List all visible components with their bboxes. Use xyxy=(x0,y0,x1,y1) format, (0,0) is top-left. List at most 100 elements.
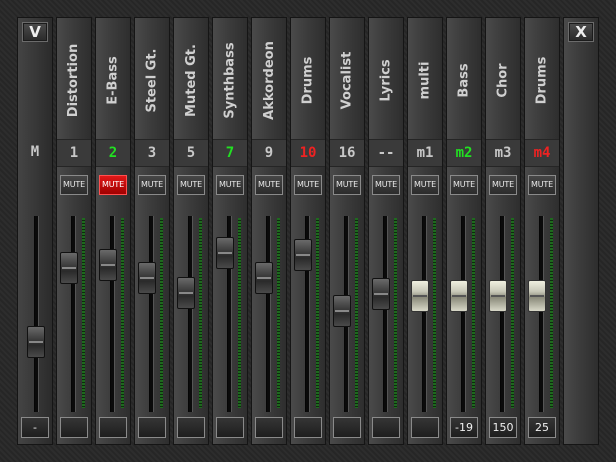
channel-value-box[interactable] xyxy=(411,417,439,438)
channel-value-box[interactable] xyxy=(333,417,361,438)
channel-name-label: Synthbass xyxy=(222,41,238,119)
fader-knob[interactable] xyxy=(333,294,351,327)
master-fader-knob[interactable] xyxy=(27,325,45,358)
master-label: M xyxy=(30,144,40,160)
mute-button[interactable]: MUTE xyxy=(255,175,283,195)
fader-knob[interactable] xyxy=(294,238,312,271)
close-button[interactable]: X xyxy=(568,22,594,42)
channel-value-box[interactable]: -19 xyxy=(450,417,478,438)
channel-value-box[interactable] xyxy=(177,417,205,438)
fader-knob[interactable] xyxy=(138,261,156,294)
channel-strip: Distortion 1 MUTE xyxy=(56,17,92,445)
fader-track[interactable] xyxy=(71,216,76,412)
level-meter xyxy=(160,218,163,408)
mixer-window: V M - Distortion 1 MUTE E-Bass 2 MUTE St… xyxy=(0,0,616,462)
channel-strip: Vocalist 16 MUTE xyxy=(329,17,365,445)
mute-button[interactable]: MUTE xyxy=(177,175,205,195)
level-meter xyxy=(472,218,475,408)
level-meter xyxy=(238,218,241,408)
level-meter xyxy=(394,218,397,408)
level-meter xyxy=(316,218,319,408)
master-strip: V M - xyxy=(17,17,53,445)
fader-knob[interactable] xyxy=(60,252,78,285)
channel-value-box[interactable] xyxy=(372,417,400,438)
channel-name: Chor xyxy=(488,24,518,136)
fader-knob[interactable] xyxy=(216,237,234,270)
fader-knob[interactable] xyxy=(372,278,390,311)
mute-button[interactable]: MUTE xyxy=(333,175,361,195)
channel-number: m1 xyxy=(408,139,442,167)
fader-track[interactable] xyxy=(110,216,115,412)
channel-value-box[interactable] xyxy=(99,417,127,438)
fader-knob[interactable] xyxy=(411,279,429,312)
channel-value-box[interactable] xyxy=(138,417,166,438)
fader-track[interactable] xyxy=(188,216,193,412)
channel-number: 16 xyxy=(330,139,364,167)
fader-track[interactable] xyxy=(149,216,154,412)
master-fader-track[interactable] xyxy=(34,216,39,412)
channel-number: 7 xyxy=(213,139,247,167)
fader-track[interactable] xyxy=(539,216,544,412)
mute-button[interactable]: MUTE xyxy=(450,175,478,195)
mute-button[interactable]: MUTE xyxy=(372,175,400,195)
level-meter xyxy=(511,218,514,408)
channel-name: Bass xyxy=(449,24,479,136)
fader-track[interactable] xyxy=(461,216,466,412)
fader-track[interactable] xyxy=(266,216,271,412)
level-meter xyxy=(355,218,358,408)
channel-name: Vocalist xyxy=(332,24,362,136)
fader-knob[interactable] xyxy=(489,279,507,312)
channel-name-label: Distortion xyxy=(66,43,82,117)
channel-value-box[interactable] xyxy=(216,417,244,438)
channel-name-label: Drums xyxy=(534,56,550,104)
mute-button[interactable]: MUTE xyxy=(216,175,244,195)
channel-value-box[interactable] xyxy=(60,417,88,438)
channel-number: m2 xyxy=(447,139,481,167)
level-meter xyxy=(277,218,280,408)
mute-button[interactable]: MUTE xyxy=(99,175,127,195)
channel-value-box[interactable] xyxy=(294,417,322,438)
fader-knob[interactable] xyxy=(99,248,117,281)
channel-strip: Bass m2 MUTE -19 xyxy=(446,17,482,445)
channel-value-box[interactable]: 150 xyxy=(489,417,517,438)
channel-name-label: Vocalist xyxy=(339,51,355,109)
channel-name-label: Chor xyxy=(495,62,511,98)
channel-name-label: multi xyxy=(417,61,433,99)
v-button[interactable]: V xyxy=(22,22,48,42)
channel-name: Drums xyxy=(293,24,323,136)
mute-button[interactable]: MUTE xyxy=(528,175,556,195)
channel-name-label: Lyrics xyxy=(378,58,394,102)
mute-button[interactable]: MUTE xyxy=(411,175,439,195)
channel-number: 3 xyxy=(135,139,169,167)
channel-name: Muted Gt. xyxy=(176,24,206,136)
fader-track[interactable] xyxy=(500,216,505,412)
channel-name-label: Bass xyxy=(456,62,472,98)
channel-value-box[interactable]: 25 xyxy=(528,417,556,438)
level-meter xyxy=(550,218,553,408)
fader-knob[interactable] xyxy=(177,276,195,309)
level-meter xyxy=(82,218,85,408)
mute-button[interactable]: MUTE xyxy=(138,175,166,195)
channel-number: m4 xyxy=(525,139,559,167)
channel-name: E-Bass xyxy=(98,24,128,136)
fader-knob[interactable] xyxy=(450,279,468,312)
channel-value-box[interactable] xyxy=(255,417,283,438)
channel-strip: Muted Gt. 5 MUTE xyxy=(173,17,209,445)
channel-name: Drums xyxy=(527,24,557,136)
fader-knob[interactable] xyxy=(255,261,273,294)
mute-button[interactable]: MUTE xyxy=(60,175,88,195)
master-value-box[interactable]: - xyxy=(21,417,49,438)
channel-name: Steel Gt. xyxy=(137,24,167,136)
channel-strip: Drums m4 MUTE 25 xyxy=(524,17,560,445)
channel-name-label: Steel Gt. xyxy=(144,47,160,113)
fader-track[interactable] xyxy=(383,216,388,412)
channel-number: 9 xyxy=(252,139,286,167)
channel-strip: E-Bass 2 MUTE xyxy=(95,17,131,445)
channel-name: Lyrics xyxy=(371,24,401,136)
channel-name: Distortion xyxy=(59,24,89,136)
mute-button[interactable]: MUTE xyxy=(294,175,322,195)
channel-strip: Steel Gt. 3 MUTE xyxy=(134,17,170,445)
fader-knob[interactable] xyxy=(528,279,546,312)
fader-track[interactable] xyxy=(422,216,427,412)
mute-button[interactable]: MUTE xyxy=(489,175,517,195)
